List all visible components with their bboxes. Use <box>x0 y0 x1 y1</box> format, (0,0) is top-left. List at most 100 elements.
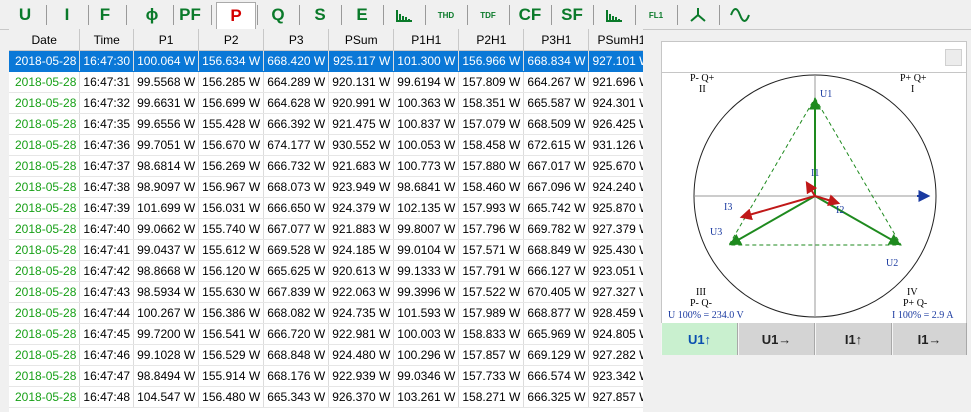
table-row[interactable]: 2018-05-28 16:47:39 101.699 W 156.031 W 666.… <box>9 197 643 219</box>
tab-waveform-icon[interactable] <box>720 3 760 27</box>
i1-up-button[interactable]: I1↑ <box>815 323 892 355</box>
tab-icon-3[interactable]: ϕ <box>132 3 172 27</box>
table-row[interactable]: 2018-05-28 16:47:43 98.5934 W 155.630 W 667.… <box>9 281 643 303</box>
column-header-psumh1[interactable]: PSumH1 <box>588 29 643 51</box>
table-cell-p3h1: 668.834 W <box>523 50 590 72</box>
table-row[interactable]: 2018-05-28 16:47:42 98.8668 W 156.120 W 665.… <box>9 260 643 282</box>
table-cell-date: 2018-05-28 <box>9 134 81 156</box>
table-cell-p1h1: 100.003 W <box>393 323 460 345</box>
column-header-time[interactable]: Time <box>79 29 135 51</box>
table-cell-p3: 664.628 W <box>263 92 330 114</box>
phasor-diagram: U1 U2 U3 I1 I2 I3 P- Q+ II P+ Q+ I III P… <box>668 73 954 321</box>
column-header-p3h1[interactable]: P3H1 <box>523 29 590 51</box>
table-cell-p1h1: 100.773 W <box>393 155 460 177</box>
table-row[interactable]: 2018-05-28 16:47:40 99.0662 W 155.740 W 667.… <box>9 218 643 240</box>
tab-i[interactable]: I <box>47 3 87 27</box>
table-cell-time: 16:47:39 <box>79 197 135 219</box>
table-cell-p1h1: 101.593 W <box>393 302 460 324</box>
table-cell-p1h1: 101.300 W <box>393 50 460 72</box>
tab-q[interactable]: Q <box>258 3 298 27</box>
tab-s[interactable]: S <box>300 3 340 27</box>
i1-label: I1 <box>811 168 819 179</box>
table-cell-psumh1: 928.459 W <box>588 302 643 324</box>
table-cell-psum: 924.379 W <box>328 197 395 219</box>
table-cell-p3: 668.073 W <box>263 176 330 198</box>
table-cell-p2: 156.634 W <box>198 50 265 72</box>
tab-fl1[interactable]: FL1 <box>636 3 676 27</box>
tab-p[interactable]: P <box>216 2 256 29</box>
table-row[interactable]: 2018-05-28 16:47:46 99.1028 W 156.529 W 668.… <box>9 344 643 366</box>
column-header-p1h1[interactable]: P1H1 <box>393 29 460 51</box>
table-cell-p3: 674.177 W <box>263 134 330 156</box>
tab-label: PF <box>179 5 201 24</box>
table-row[interactable]: 2018-05-28 16:47:35 99.6556 W 155.428 W 666.… <box>9 113 643 135</box>
table-cell-psumh1: 924.301 W <box>588 92 643 114</box>
column-header-psum[interactable]: PSum <box>328 29 395 51</box>
tab-sf[interactable]: SF <box>552 3 592 27</box>
table-cell-psum: 921.883 W <box>328 218 395 240</box>
table-cell-p2h1: 156.966 W <box>458 50 525 72</box>
table-cell-time: 16:47:41 <box>79 239 135 261</box>
power-data-table[interactable]: Date Time P1 P2 P3 PSum P1H1 P2H1 P3H1 PSumH1 201… <box>9 29 643 412</box>
table-cell-date: 2018-05-28 <box>9 323 81 345</box>
table-row[interactable]: 2018-05-28 16:47:38 98.9097 W 156.967 W 668.… <box>9 176 643 198</box>
table-cell-p1: 99.0662 W <box>133 218 200 240</box>
tab-thd[interactable]: THD <box>426 3 466 27</box>
table-cell-p2: 155.630 W <box>198 281 265 303</box>
u1-up-button[interactable]: U1↑ <box>661 323 738 355</box>
table-cell-psum: 920.991 W <box>328 92 395 114</box>
table-cell-psumh1: 927.857 W <box>588 386 643 408</box>
table-row[interactable]: 2018-05-28 16:47:30 100.064 W 156.634 W 668.… <box>9 50 643 72</box>
tab-f[interactable]: F <box>85 3 125 27</box>
tab-label: THD <box>437 10 455 20</box>
tab-label: Q <box>271 5 285 24</box>
table-cell-time: 16:47:47 <box>79 365 135 387</box>
tab-tdf[interactable]: TDF <box>468 3 508 27</box>
u1-right-button[interactable]: U1→ <box>738 323 815 355</box>
table-cell-p3: 668.082 W <box>263 302 330 324</box>
phasor-diagram-window: U1 U2 U3 I1 I2 I3 P- Q+ II P+ Q+ I III P… <box>661 41 967 355</box>
quadrant-2-sign: P- Q+ <box>690 73 715 84</box>
table-cell-date: 2018-05-28 <box>9 302 81 324</box>
table-cell-p2h1: 158.460 W <box>458 176 525 198</box>
table-row[interactable]: 2018-05-28 16:47:36 99.7051 W 156.670 W 674.… <box>9 134 643 156</box>
table-row[interactable]: 2018-05-28 16:47:41 99.0437 W 155.612 W 669.… <box>9 239 643 261</box>
table-row[interactable]: 2018-05-28 16:47:37 98.6814 W 156.269 W 666.… <box>9 155 643 177</box>
table-row[interactable]: 2018-05-28 16:47:45 99.7200 W 156.541 W 666.… <box>9 323 643 345</box>
column-header-p2[interactable]: P2 <box>198 29 265 51</box>
table-cell-p2h1: 157.857 W <box>458 344 525 366</box>
tab-harmonics-icon[interactable] <box>594 3 634 27</box>
table-cell-p2h1: 157.796 W <box>458 218 525 240</box>
tab-u[interactable]: U <box>5 3 45 27</box>
close-button[interactable] <box>945 49 962 66</box>
table-cell-p3: 666.392 W <box>263 113 330 135</box>
table-cell-p2: 156.386 W <box>198 302 265 324</box>
table-cell-p3: 664.289 W <box>263 71 330 93</box>
phasor-icon <box>690 8 706 22</box>
column-header-p3[interactable]: P3 <box>263 29 330 51</box>
table-cell-p2h1: 157.989 W <box>458 302 525 324</box>
i3-label: I3 <box>724 202 732 213</box>
tab-label: FL1 <box>648 10 664 20</box>
table-row[interactable]: 2018-05-28 16:47:48 104.547 W 156.480 W 665.… <box>9 386 643 408</box>
harmonics-icon <box>396 10 412 22</box>
tab-label: SF <box>561 5 583 24</box>
tab-e[interactable]: E <box>342 3 382 27</box>
i1-right-button[interactable]: I1→ <box>892 323 967 355</box>
tab-separator <box>211 5 212 25</box>
table-row[interactable]: 2018-05-28 16:47:44 100.267 W 156.386 W 668.… <box>9 302 643 324</box>
tab-harmonics-icon[interactable] <box>384 3 424 27</box>
table-row[interactable]: 2018-05-28 16:47:31 99.5568 W 156.285 W 664.… <box>9 71 643 93</box>
tab-cf[interactable]: CF <box>510 3 550 27</box>
tab-phasor-icon[interactable] <box>678 3 718 27</box>
u2-label: U2 <box>886 258 898 269</box>
column-header-p1[interactable]: P1 <box>133 29 200 51</box>
table-row[interactable]: 2018-05-28 16:47:32 99.6631 W 156.699 W 664.… <box>9 92 643 114</box>
column-header-date[interactable]: Date <box>9 29 81 51</box>
table-row[interactable]: 2018-05-28 16:47:47 98.8494 W 155.914 W 668.… <box>9 365 643 387</box>
tab-label: TDF <box>480 10 496 20</box>
table-cell-time: 16:47:48 <box>79 386 135 408</box>
column-header-p2h1[interactable]: P2H1 <box>458 29 525 51</box>
table-cell-date: 2018-05-28 <box>9 218 81 240</box>
tab-pf[interactable]: PF <box>170 3 210 27</box>
